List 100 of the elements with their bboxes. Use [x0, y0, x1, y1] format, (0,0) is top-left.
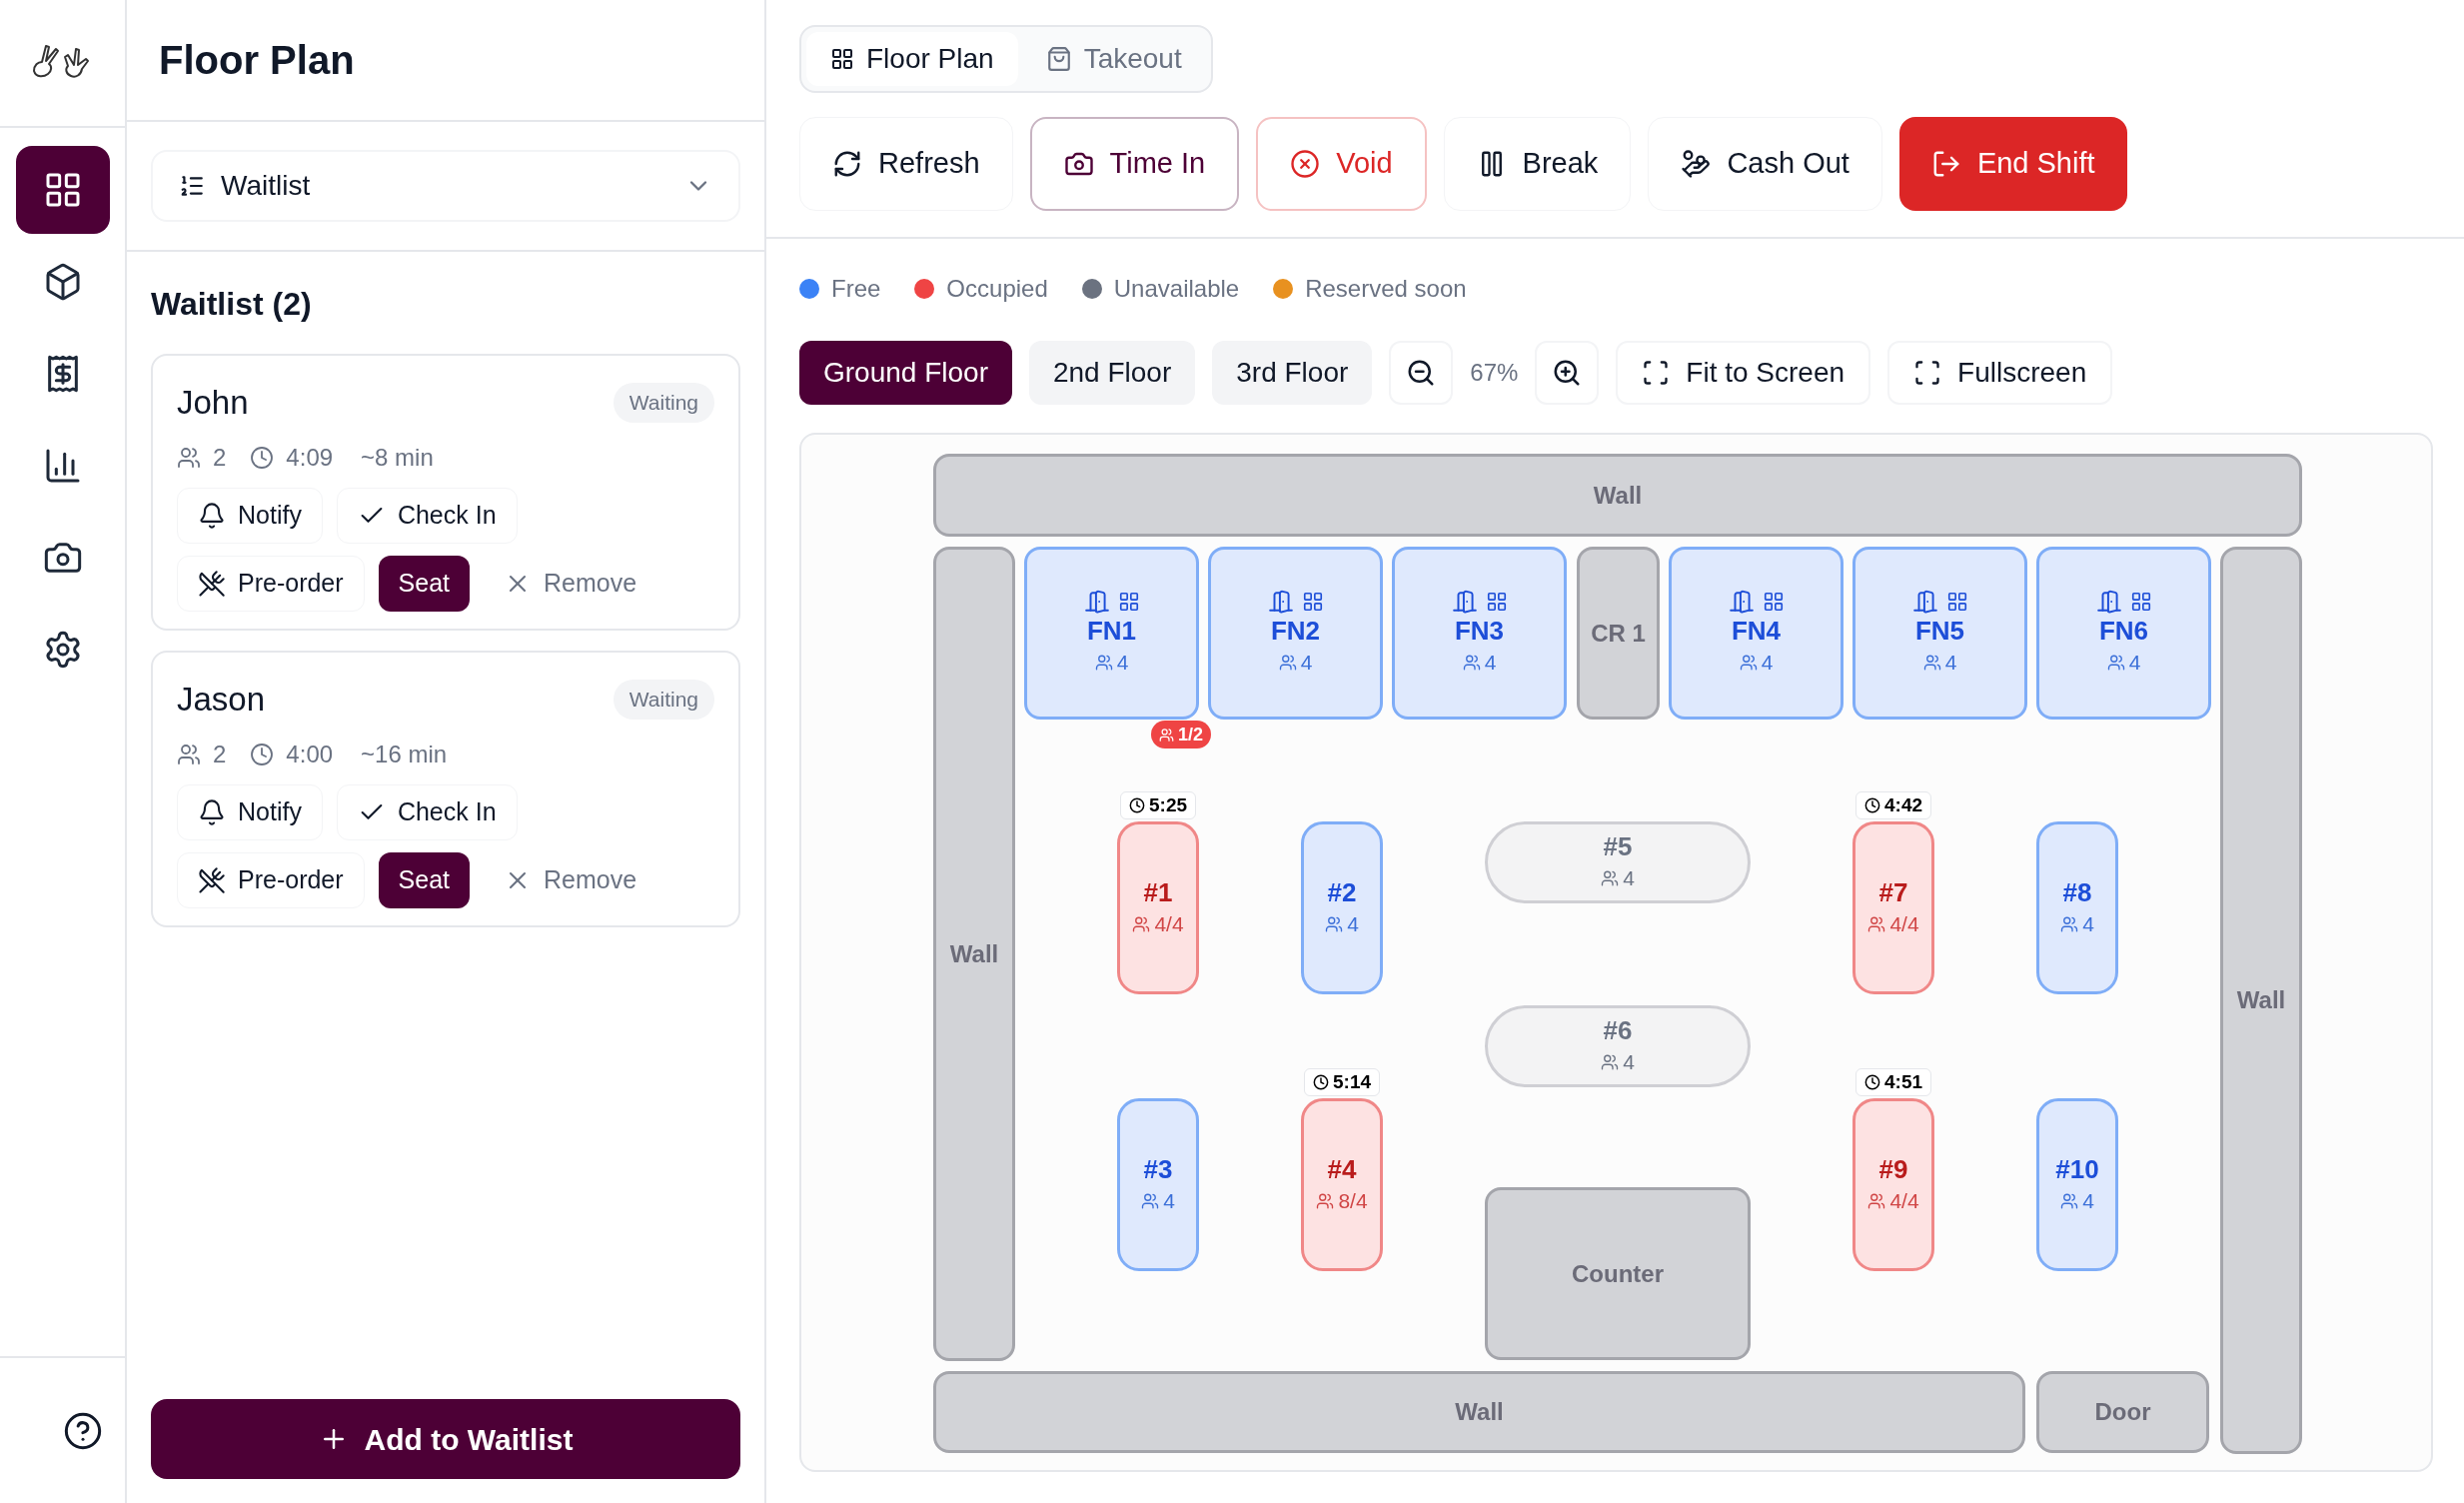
remove-button[interactable]: Remove [484, 555, 657, 612]
seat-count: 4 [1484, 649, 1497, 676]
table-label: FN5 [1914, 614, 1965, 647]
people-icon [1601, 869, 1620, 887]
fullscreen-button[interactable]: Fullscreen [1887, 341, 2113, 405]
dining-table[interactable]: #1 4/4 [1117, 821, 1199, 994]
check-in-time: 4:00 [286, 739, 334, 769]
refresh-icon [832, 149, 862, 179]
floor-tab[interactable]: 3rd Floor [1212, 341, 1373, 405]
guest-name: John [177, 383, 249, 423]
page-title: Floor Plan [159, 37, 355, 84]
break-button[interactable]: Break [1443, 117, 1632, 211]
people-icon [2060, 1191, 2079, 1210]
people-icon [1094, 653, 1113, 672]
booth-table[interactable]: FN6 4 [2036, 547, 2211, 720]
pre-order-button[interactable]: Pre-order [177, 555, 365, 612]
grid-icon [1117, 590, 1140, 613]
grid-icon [1301, 590, 1324, 613]
circle-x-icon [1290, 149, 1321, 179]
check-in-button[interactable]: Check In [336, 783, 518, 840]
view-select[interactable]: Waitlist [151, 150, 740, 222]
booth-table[interactable]: FN4 4 [1669, 547, 1844, 720]
booth-table[interactable]: FN1 4 [1024, 547, 1199, 720]
timer-text: 5:25 [1149, 792, 1187, 817]
check-in-time: 4:09 [286, 442, 334, 473]
status-pill: Waiting [613, 383, 714, 423]
expand-icon [1642, 359, 1671, 387]
grid-icon [1945, 590, 1968, 613]
seat-count: 4/4 [1154, 910, 1184, 937]
end-shift-button[interactable]: End Shift [1898, 117, 2127, 211]
dining-table[interactable]: #2 4 [1301, 821, 1383, 994]
seat-button[interactable]: Seat [378, 851, 471, 908]
zoom-out-button[interactable] [1389, 341, 1454, 405]
seat-count: 4 [1623, 1049, 1635, 1076]
floor-tab[interactable]: 2nd Floor [1028, 341, 1196, 405]
void-button[interactable]: Void [1256, 117, 1427, 211]
people-icon [177, 742, 201, 766]
floor-tab[interactable]: Ground Floor [799, 341, 1012, 405]
timer-text: 4:42 [1884, 792, 1922, 817]
dining-table[interactable]: #4 8/4 [1301, 1098, 1383, 1271]
wait-estimate: ~16 min [361, 739, 448, 769]
table-label: FN3 [1454, 614, 1505, 647]
dining-table[interactable]: #7 4/4 [1852, 821, 1934, 994]
clock-icon [1129, 797, 1145, 813]
booth-table[interactable]: FN2 4 [1208, 547, 1383, 720]
people-icon [1325, 914, 1344, 933]
list-icon [179, 173, 205, 199]
zoom-in-button[interactable] [1535, 341, 1600, 405]
notify-button[interactable]: Notify [177, 783, 323, 840]
people-icon [1922, 653, 1941, 672]
people-icon [1278, 653, 1297, 672]
bell-icon [198, 797, 226, 826]
grid-icon [2129, 590, 2152, 613]
people-icon [1601, 1053, 1620, 1071]
legend-label: Occupied [946, 274, 1048, 304]
time-in-button[interactable]: Time In [1029, 117, 1240, 211]
zoom-level: 67% [1470, 358, 1519, 388]
door-icon [1451, 588, 1478, 615]
utensils-icon [198, 569, 226, 598]
expand-icon [1913, 359, 1942, 387]
table-label: #1 [1143, 875, 1173, 908]
dining-table[interactable]: #3 4 [1117, 1098, 1199, 1271]
booth-table[interactable]: FN5 4 [1852, 547, 2027, 720]
dining-table[interactable]: #6 4 [1485, 1005, 1751, 1087]
people-icon [1316, 1191, 1335, 1210]
nav-button[interactable] [15, 146, 110, 234]
cash-out-button[interactable]: Cash Out [1648, 117, 1882, 211]
door-icon [1728, 588, 1755, 615]
clock-icon [250, 445, 275, 470]
zone-label: Wall [949, 938, 999, 969]
table-label: FN1 [1086, 614, 1137, 647]
view-tab[interactable]: Floor Plan [806, 32, 1018, 86]
dining-table[interactable]: #8 4 [2036, 821, 2118, 994]
table-label: #9 [1878, 1152, 1908, 1185]
table-label: #2 [1327, 875, 1357, 908]
door-icon [1083, 588, 1110, 615]
people-icon [1462, 653, 1481, 672]
table-label: #5 [1603, 830, 1633, 863]
people-icon [177, 445, 201, 470]
view-tab[interactable]: Takeout [1021, 32, 1206, 86]
bell-icon [198, 501, 226, 530]
people-icon [1141, 1191, 1160, 1210]
dining-table[interactable]: #9 4/4 [1852, 1098, 1934, 1271]
check-in-button[interactable]: Check In [336, 487, 518, 544]
remove-button[interactable]: Remove [484, 851, 657, 908]
fit-to-screen-button[interactable]: Fit to Screen [1616, 341, 1871, 405]
refresh-button[interactable]: Refresh [799, 117, 1013, 211]
zone-label: Door [2094, 1397, 2151, 1427]
notify-button[interactable]: Notify [177, 487, 323, 544]
table-label: FN4 [1731, 614, 1782, 647]
help-icon[interactable] [63, 1410, 103, 1451]
timer-text: 4:51 [1884, 1069, 1922, 1094]
pre-order-button[interactable]: Pre-order [177, 851, 365, 908]
dining-table[interactable]: #5 4 [1485, 821, 1751, 903]
clock-icon [1864, 1074, 1880, 1090]
booth-table[interactable]: FN3 4 [1392, 547, 1567, 720]
seat-count: 4 [1116, 649, 1129, 676]
add-to-waitlist-button[interactable]: Add to Waitlist [151, 1399, 740, 1479]
dining-table[interactable]: #10 4 [2036, 1098, 2118, 1271]
seat-button[interactable]: Seat [378, 555, 471, 612]
